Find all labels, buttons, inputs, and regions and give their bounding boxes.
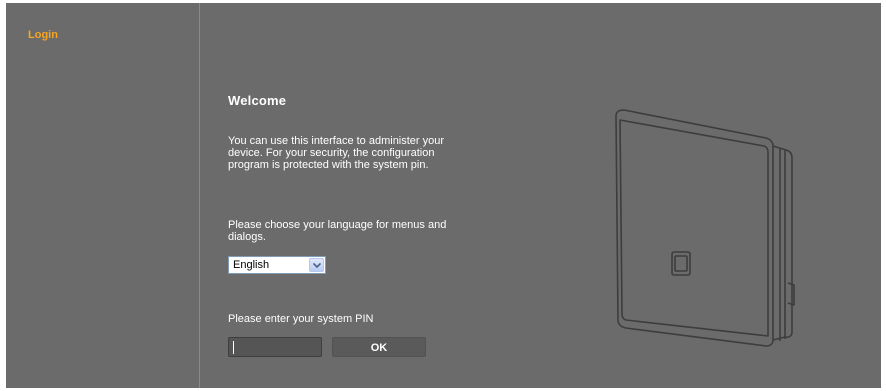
pin-prompt: Please enter your system PIN (228, 313, 374, 325)
login-panel: Welcome You can use this interface to ad… (228, 3, 468, 388)
sidebar: Login (6, 3, 200, 388)
intro-text: You can use this interface to administer… (228, 135, 445, 171)
page-frame: Login Welcome You can use this interface… (6, 3, 881, 388)
pin-input[interactable] (228, 337, 322, 357)
chevron-down-icon (313, 262, 321, 269)
device-illustration (615, 109, 795, 347)
ok-button[interactable]: OK (332, 337, 426, 357)
page-title: Welcome (228, 93, 287, 108)
language-prompt: Please choose your language for menus an… (228, 219, 447, 243)
text-caret (233, 341, 234, 354)
language-select-arrow[interactable] (309, 258, 324, 272)
language-select[interactable]: English (228, 256, 326, 274)
language-select-value: English (233, 259, 270, 271)
sidebar-item-login[interactable]: Login (28, 29, 58, 41)
